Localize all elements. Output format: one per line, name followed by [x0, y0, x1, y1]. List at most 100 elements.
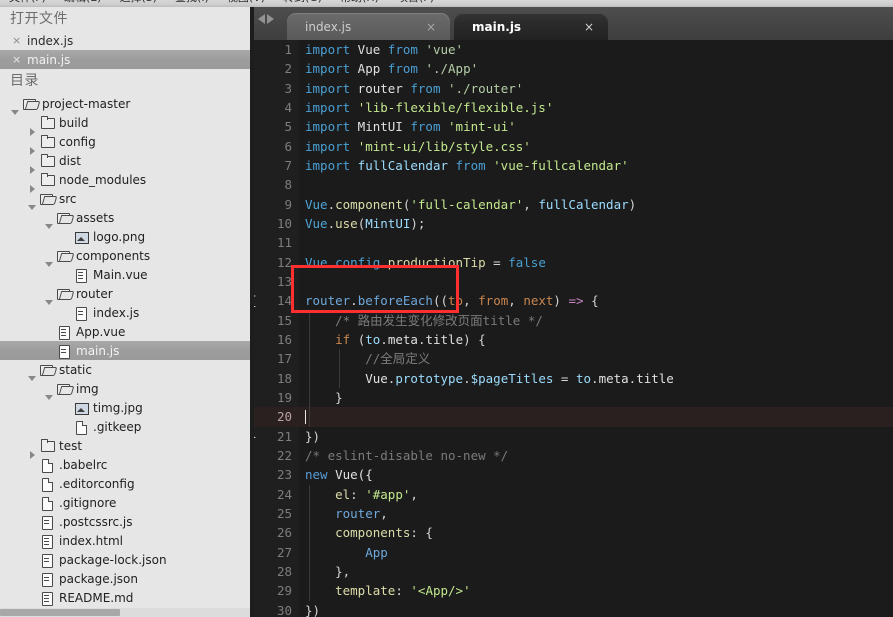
tree-item-index-html[interactable]: index.html: [0, 531, 250, 550]
file-tree[interactable]: project-master build config dist node_module…: [0, 93, 250, 607]
line-number: 3: [284, 80, 292, 96]
code-line-3[interactable]: 3 import router from './router': [254, 79, 893, 98]
open-file-main-js[interactable]: × main.js: [0, 50, 250, 69]
tree-item-package-lock-json[interactable]: package-lock.json: [0, 550, 250, 569]
tree-item-label: static: [59, 362, 92, 377]
code-line-6[interactable]: 6 import 'mint-ui/lib/style.css': [254, 137, 893, 156]
code-line-10[interactable]: 10 Vue.use(MintUI);: [254, 214, 893, 233]
code-lines[interactable]: 1 import Vue from 'vue' 2 import App from '…: [254, 40, 893, 617]
close-icon[interactable]: ×: [426, 20, 436, 34]
code-line-20[interactable]: 20: [254, 407, 893, 427]
code-line-23[interactable]: 23 new Vue({: [254, 465, 893, 484]
tab-main-js[interactable]: main.js ×: [454, 13, 608, 40]
code-line-12[interactable]: 12 Vue.config.productionTip = false: [254, 253, 893, 272]
code-editor: index.js × main.js × 1 import Vue from 'v…: [254, 7, 893, 617]
triangle-left-icon[interactable]: [258, 14, 265, 24]
code-line-11[interactable]: 11: [254, 233, 893, 252]
tab-index-js[interactable]: index.js ×: [287, 13, 450, 40]
tree-item-project-master[interactable]: project-master: [0, 94, 250, 115]
tree-item-node-modules[interactable]: node_modules: [0, 170, 250, 193]
menu-item-3[interactable]: 查找(I): [166, 0, 218, 5]
sidebar-horizontal-scrollbar[interactable]: [0, 608, 250, 617]
code-line-2[interactable]: 2 import App from './App': [254, 59, 893, 78]
open-file-index-js[interactable]: × index.js: [0, 31, 250, 50]
file-js-icon: [56, 344, 73, 359]
tree-item-build[interactable]: build: [0, 113, 250, 136]
tree-item--gitkeep[interactable]: .gitkeep: [0, 417, 250, 436]
close-icon[interactable]: ×: [584, 20, 594, 34]
code-line-1[interactable]: 1 import Vue from 'vue': [254, 40, 893, 59]
close-icon[interactable]: ×: [12, 35, 21, 46]
menu-item-4[interactable]: 视图(V): [218, 0, 274, 5]
tree-item--editorconfig[interactable]: .editorconfig: [0, 474, 250, 493]
tree-item-index-js[interactable]: index.js: [0, 303, 250, 322]
tree-item-config[interactable]: config: [0, 132, 250, 155]
tree-item-src[interactable]: src: [0, 189, 250, 210]
tree-item--gitignore[interactable]: .gitignore: [0, 493, 250, 512]
scrollbar-thumb[interactable]: [0, 609, 120, 616]
tree-item-assets[interactable]: assets: [0, 208, 250, 229]
code-line-15[interactable]: 15 /* 路由发生变化修改页面title */: [254, 310, 893, 330]
tree-item-app-vue[interactable]: App.vue: [0, 322, 250, 341]
code-line-29[interactable]: 29 template: '<App/>': [254, 581, 893, 601]
tree-item-label: node_modules: [59, 172, 147, 187]
code-line-9[interactable]: 9 Vue.component('full-calendar', fullCale…: [254, 195, 893, 214]
code-line-8[interactable]: 8: [254, 175, 893, 194]
tree-item-test[interactable]: test: [0, 436, 250, 459]
triangle-right-icon[interactable]: [267, 14, 274, 24]
menu-item-6[interactable]: 帮助(H): [331, 0, 388, 5]
tree-item-logo-png[interactable]: logo.png: [0, 227, 250, 246]
tree-item-dist[interactable]: dist: [0, 151, 250, 174]
menu-item-1[interactable]: 编辑(E): [55, 0, 111, 5]
code-surface[interactable]: 1 import Vue from 'vue' 2 import App from '…: [254, 40, 893, 617]
line-number: 8: [284, 177, 292, 193]
code-line-22[interactable]: 22 /* eslint-disable no-new */: [254, 446, 893, 465]
code-line-28[interactable]: 28 },: [254, 561, 893, 582]
menu-item-5[interactable]: 转到(G): [274, 0, 331, 5]
tree-item-router[interactable]: router: [0, 284, 250, 305]
code-line-4[interactable]: 4 import 'lib-flexible/flexible.js': [254, 98, 893, 117]
tree-item-main-vue[interactable]: Main.vue: [0, 265, 250, 284]
close-icon[interactable]: ×: [12, 54, 21, 65]
indent-guide: [309, 581, 310, 601]
code-line-27[interactable]: 27 App: [254, 542, 893, 562]
code-line-14[interactable]: {14router.beforeEach((to, from, next) =>…: [254, 291, 893, 310]
code-line-26[interactable]: 26 components: {: [254, 523, 893, 543]
line-source: router,: [335, 505, 388, 521]
code-line-24[interactable]: 24 el: '#app',: [254, 484, 893, 504]
code-line-19[interactable]: 19 }: [254, 387, 893, 408]
menu-item-2[interactable]: 选择(S): [110, 0, 166, 5]
tree-item-package-json[interactable]: package.json: [0, 569, 250, 588]
tree-item-readme-md[interactable]: README.md: [0, 588, 250, 607]
tree-item-static[interactable]: static: [0, 360, 250, 381]
code-line-16[interactable]: 16 if (to.meta.title) {: [254, 329, 893, 350]
file-explorer-sidebar[interactable]: 打开文件 × index.js × main.js 目录 project-master…: [0, 7, 251, 617]
open-files-list[interactable]: × index.js × main.js: [0, 31, 250, 69]
code-line-18[interactable]: 18 Vue.prototype.$pageTitles = to.meta.t…: [254, 368, 893, 388]
code-line-30[interactable]: 30}): [254, 601, 893, 617]
menu-item-0[interactable]: 文件(F): [0, 0, 55, 5]
tree-item--babelrc[interactable]: .babelrc: [0, 455, 250, 474]
tree-item-components[interactable]: components: [0, 246, 250, 267]
tree-item-main-js[interactable]: main.js: [0, 341, 250, 360]
file-js-icon: [39, 553, 56, 568]
line-source: router.beforeEach((to, from, next) => {: [305, 293, 599, 309]
line-number: 11: [276, 235, 292, 251]
code-line-5[interactable]: 5 import MintUI from 'mint-ui': [254, 117, 893, 136]
line-number: 14: [276, 293, 292, 309]
code-line-13[interactable]: 13: [254, 272, 893, 291]
tree-item-img[interactable]: img: [0, 379, 250, 400]
tree-item-label: .postcssrc.js: [59, 514, 133, 529]
code-line-17[interactable]: 17 //全局定义: [254, 349, 893, 369]
tab-navigation[interactable]: [258, 14, 274, 24]
code-line-21[interactable]: }21}): [254, 427, 893, 446]
indent-guide: [309, 407, 310, 427]
tree-item-timg-jpg[interactable]: timg.jpg: [0, 398, 250, 417]
menu-item-7[interactable]: 项目(P): [388, 0, 443, 5]
code-line-7[interactable]: 7 import fullCalendar from 'vue-fullcalen…: [254, 156, 893, 175]
tree-item--postcssrc-js[interactable]: .postcssrc.js: [0, 512, 250, 531]
line-number: 15: [276, 312, 292, 328]
code-line-25[interactable]: 25 router,: [254, 503, 893, 524]
text-cursor: [305, 410, 306, 425]
line-source: components: {: [335, 525, 433, 541]
